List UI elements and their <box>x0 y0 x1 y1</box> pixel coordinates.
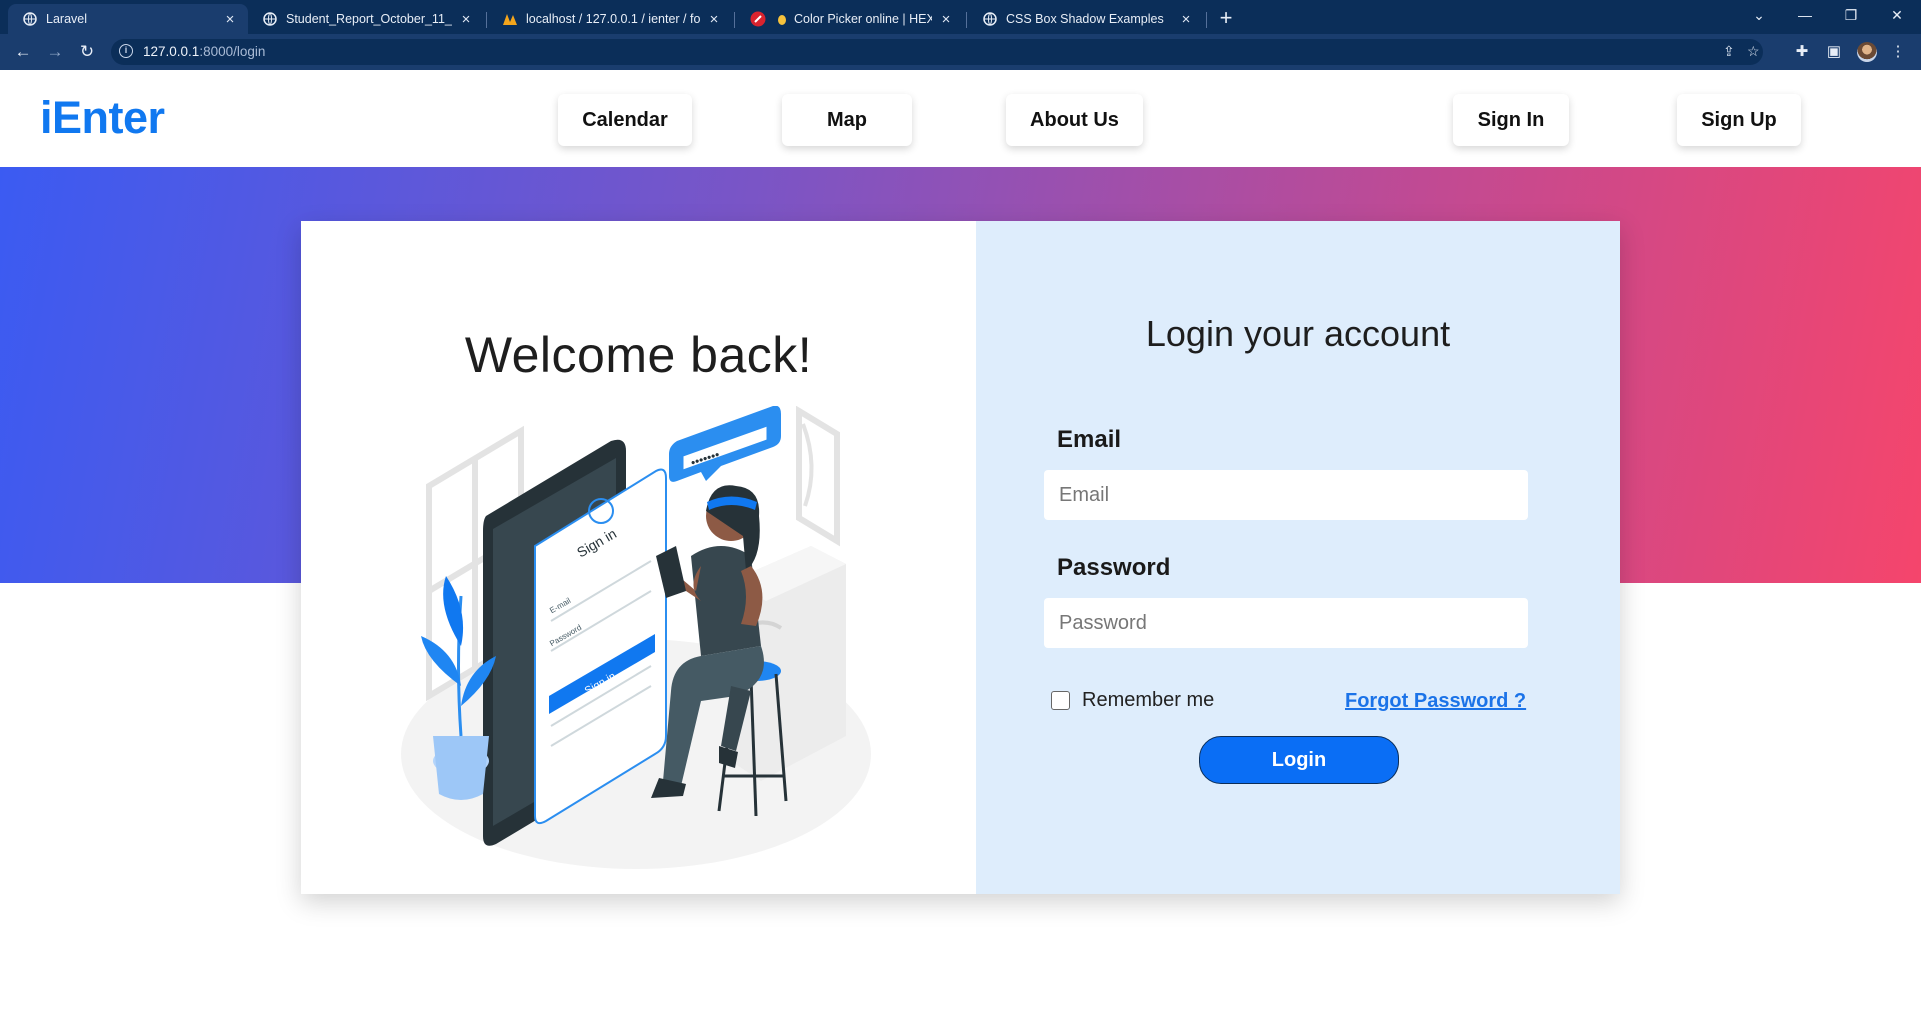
page: iEnter Calendar Map About Us Sign In Sig… <box>0 70 1921 1033</box>
menu-kebab-icon[interactable]: ⋮ <box>1888 43 1908 63</box>
url-text: 127.0.0.1:8000/login <box>143 44 265 59</box>
bookmark-star-icon[interactable]: ☆ <box>1747 43 1760 60</box>
close-tab-icon[interactable]: × <box>1178 11 1194 28</box>
browser-tab[interactable]: Student_Report_October_11_202 × <box>248 4 484 34</box>
tab-title: localhost / 127.0.0.1 / ienter / for <box>526 12 700 26</box>
close-tab-icon[interactable]: × <box>458 11 474 28</box>
email-label: Email <box>1057 426 1122 453</box>
tab-separator <box>1206 12 1207 28</box>
close-tab-icon[interactable]: × <box>706 11 722 28</box>
remember-me-checkbox[interactable] <box>1051 691 1070 710</box>
reload-icon[interactable]: ↻ <box>76 42 98 64</box>
nav-sign-in[interactable]: Sign In <box>1453 94 1569 146</box>
login-button[interactable]: Login <box>1199 736 1399 784</box>
tab-title: Laravel <box>46 12 87 26</box>
close-tab-icon[interactable]: × <box>938 11 954 28</box>
close-tab-icon[interactable]: × <box>222 11 238 28</box>
hand-icon <box>774 11 790 27</box>
browser-toolbar: ← → ↻ i 127.0.0.1:8000/login ⇪ ☆ ✚ ▣ ⋮ <box>0 34 1921 70</box>
site-info-icon[interactable]: i <box>119 44 133 58</box>
nav-about-us[interactable]: About Us <box>1006 94 1143 146</box>
browser-tab[interactable]: Color Picker online | HEX Colo × <box>736 4 964 34</box>
nav-sign-up[interactable]: Sign Up <box>1677 94 1801 146</box>
remember-me-row: Remember me <box>1051 689 1214 712</box>
share-icon[interactable]: ⇪ <box>1723 43 1735 60</box>
side-panel-icon[interactable]: ▣ <box>1824 43 1844 63</box>
tab-title: Color Picker online | HEX Colo <box>794 12 932 26</box>
password-field[interactable] <box>1044 598 1528 648</box>
color-picker-icon <box>750 11 766 27</box>
nav-calendar[interactable]: Calendar <box>558 94 692 146</box>
welcome-heading: Welcome back! <box>464 327 813 383</box>
tab-search-icon[interactable]: ⌄ <box>1736 4 1782 28</box>
login-card: Welcome back! Sign in E-mail Password Si… <box>301 221 1620 894</box>
email-field[interactable] <box>1044 470 1528 520</box>
close-window-button[interactable]: ✕ <box>1874 4 1920 28</box>
nav-map[interactable]: Map <box>782 94 912 146</box>
forward-icon[interactable]: → <box>44 42 66 64</box>
back-icon[interactable]: ← <box>12 42 34 64</box>
url-path: :8000/login <box>199 44 266 59</box>
remember-me-label: Remember me <box>1082 689 1215 711</box>
site-navbar: iEnter Calendar Map About Us Sign In Sig… <box>0 70 1921 167</box>
profile-avatar[interactable] <box>1857 42 1877 62</box>
globe-icon <box>262 11 278 27</box>
url-host: 127.0.0.1 <box>143 44 200 59</box>
browser-tab[interactable]: CSS Box Shadow Examples × <box>968 4 1204 34</box>
site-logo[interactable]: iEnter <box>40 92 165 144</box>
login-form-panel: Login your account Email Password Rememb… <box>976 221 1620 894</box>
password-label: Password <box>1057 554 1171 581</box>
welcome-panel: Welcome back! Sign in E-mail Password Si… <box>301 221 976 894</box>
minimize-button[interactable]: — <box>1782 4 1828 28</box>
tab-title: Student_Report_October_11_202 <box>286 12 452 26</box>
browser-tab[interactable]: Laravel × <box>8 4 248 34</box>
phpmyadmin-icon <box>502 11 518 27</box>
globe-icon <box>22 11 38 27</box>
address-bar[interactable]: i 127.0.0.1:8000/login ⇪ ☆ <box>111 39 1763 65</box>
login-heading: Login your account <box>1145 313 1451 354</box>
tab-separator <box>734 12 735 28</box>
tab-separator <box>966 12 967 28</box>
tab-title: CSS Box Shadow Examples <box>1006 12 1164 26</box>
browser-tab[interactable]: localhost / 127.0.0.1 / ienter / for × <box>488 4 732 34</box>
browser-tab-bar: Laravel × Student_Report_October_11_202 … <box>0 0 1921 34</box>
restore-button[interactable]: ❐ <box>1828 4 1874 28</box>
tab-separator <box>486 12 487 28</box>
sign-in-illustration: Sign in E-mail Password Sign in ••••••• <box>401 406 871 869</box>
new-tab-button[interactable]: + <box>1213 6 1239 32</box>
forgot-password-link[interactable]: Forgot Password ? <box>1345 690 1526 713</box>
extensions-icon[interactable]: ✚ <box>1792 43 1812 63</box>
globe-icon <box>982 11 998 27</box>
